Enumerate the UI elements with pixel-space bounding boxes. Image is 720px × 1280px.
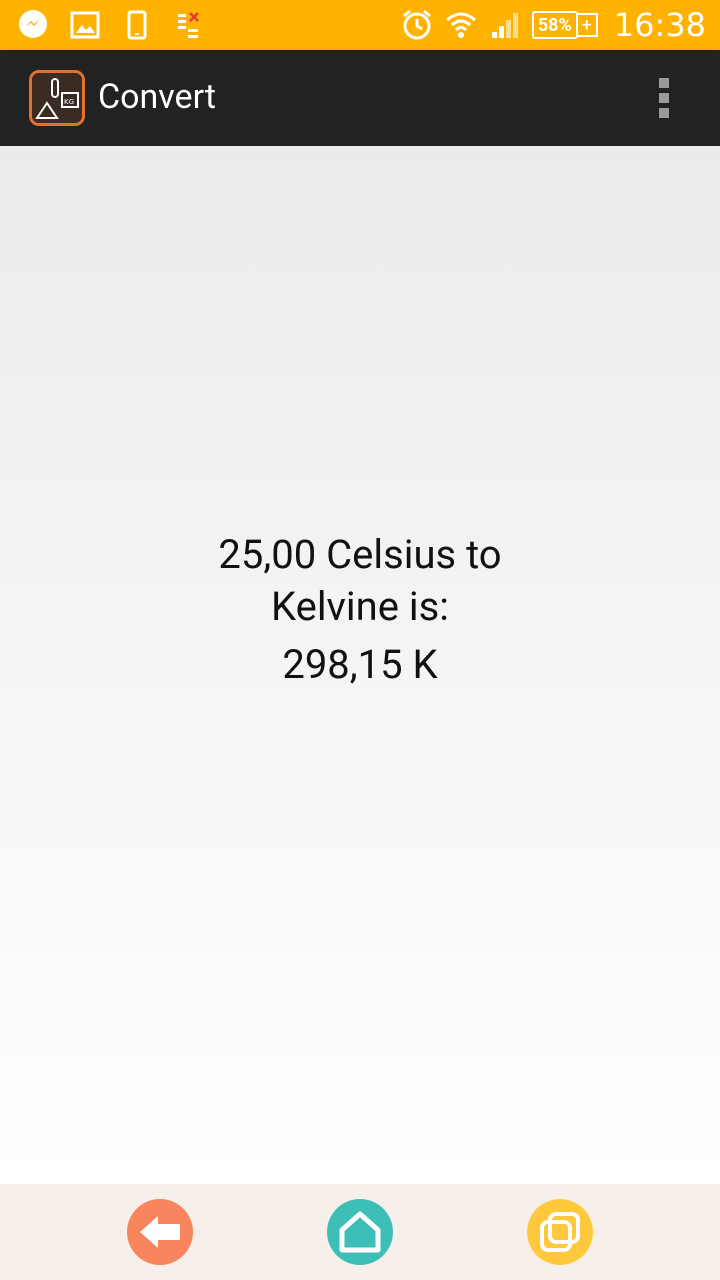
- wifi-icon: [444, 8, 478, 42]
- conversion-result: 25,00 Celsius to Kelvine is: 298,15 K: [0, 529, 720, 691]
- signal-icon: [488, 8, 522, 42]
- messenger-icon: [16, 8, 50, 42]
- data-icon: [172, 8, 206, 42]
- home-icon: [339, 1211, 381, 1253]
- battery-indicator: 58%: [531, 11, 578, 39]
- back-icon: [140, 1216, 180, 1248]
- home-button[interactable]: [327, 1199, 393, 1265]
- result-value: 298,15 K: [282, 641, 438, 688]
- battery-level: 58%: [537, 14, 572, 36]
- status-right-icons: 58% + 16:38: [400, 6, 706, 44]
- charging-icon: +: [577, 13, 598, 37]
- result-line-1: 25,00 Celsius to: [218, 531, 502, 578]
- status-left-icons: [16, 8, 206, 42]
- alarm-icon: [400, 8, 434, 42]
- page-title: Convert: [98, 77, 217, 117]
- app-logo-icon[interactable]: KG: [29, 70, 85, 126]
- recent-apps-button[interactable]: [527, 1199, 593, 1265]
- status-clock: 16:38: [613, 6, 706, 44]
- recent-apps-icon: [540, 1212, 580, 1252]
- phone-icon: [120, 8, 154, 42]
- result-line-2: Kelvine is:: [271, 583, 449, 630]
- back-button[interactable]: [127, 1199, 193, 1265]
- image-icon: [68, 8, 102, 42]
- svg-text:KG: KG: [64, 98, 74, 106]
- bottom-navigation: [0, 1184, 720, 1280]
- conversion-content: 25,00 Celsius to Kelvine is: 298,15 K: [0, 146, 720, 1184]
- overflow-menu-icon[interactable]: [652, 78, 676, 118]
- status-bar: 58% + 16:38: [0, 0, 720, 50]
- action-bar: KG Convert: [0, 50, 720, 146]
